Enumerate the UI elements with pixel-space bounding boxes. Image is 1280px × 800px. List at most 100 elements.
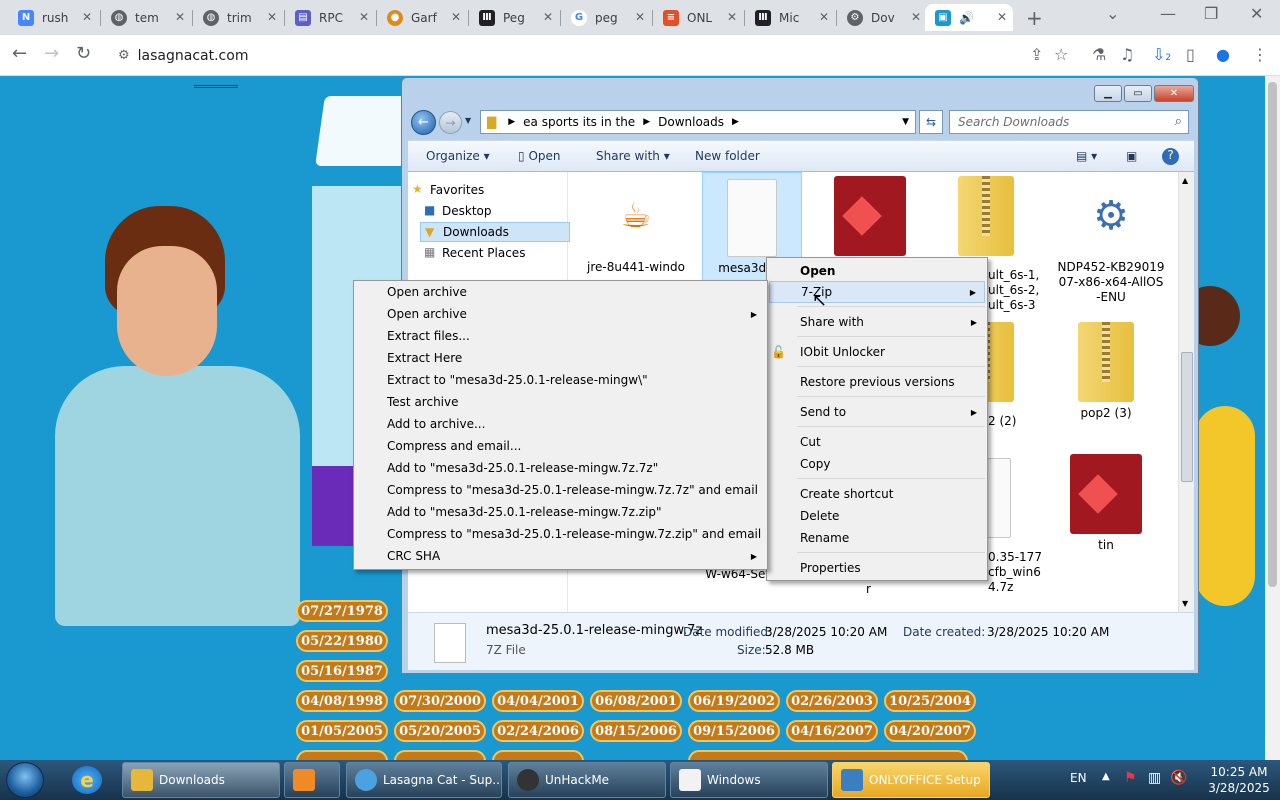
- explorer-titlebar[interactable]: ▁ ▭ ✕: [402, 78, 1198, 108]
- nav-item-recent-places[interactable]: ▦ Recent Places: [420, 243, 570, 263]
- close-window-icon[interactable]: ✕: [1154, 85, 1194, 102]
- address-bar[interactable]: ⚙ lasagnacat.com: [112, 41, 1122, 70]
- explorer-scrollbar-thumb[interactable]: [1181, 352, 1193, 482]
- maximize-icon[interactable]: ▭: [1124, 85, 1152, 102]
- 7zip-add-to-7z[interactable]: Add to "mesa3d-25.0.1-release-mingw.7z.7…: [354, 457, 767, 479]
- organize-button[interactable]: Organize ▾: [426, 149, 490, 163]
- browser-tab-active[interactable]: ▣ 🔊 ✕: [925, 4, 1013, 31]
- close-tab-icon[interactable]: ✕: [267, 10, 277, 24]
- 7zip-extract-to[interactable]: Extract to "mesa3d-25.0.1-release-mingw\…: [354, 369, 767, 391]
- date-link[interactable]: 02/26/2003: [786, 690, 878, 712]
- 7zip-open-archive[interactable]: Open archive: [354, 281, 767, 303]
- taskbar-onlyoffice-setup[interactable]: ONLYOFFICE Setup: [832, 762, 990, 798]
- taskbar-unhackme[interactable]: UnHackMe: [508, 762, 666, 798]
- date-link[interactable]: 04/04/2001: [492, 690, 584, 712]
- date-link[interactable]: 05/16/1987: [296, 660, 388, 682]
- network-icon[interactable]: ▥: [1148, 770, 1161, 786]
- date-link[interactable]: 05/20/2005: [394, 720, 486, 742]
- date-link[interactable]: 05/22/1980: [296, 630, 388, 652]
- browser-tab[interactable]: ≡ ONL ✕: [653, 4, 743, 31]
- date-link[interactable]: 07/27/1978: [296, 600, 388, 622]
- profile-avatar-icon[interactable]: ●: [1216, 45, 1230, 64]
- taskbar-windows[interactable]: Windows: [670, 762, 828, 798]
- internet-explorer-icon[interactable]: e: [72, 766, 102, 794]
- refresh-icon[interactable]: ⇆: [919, 110, 943, 134]
- menu-item-send-to[interactable]: Send to ▶: [767, 401, 987, 423]
- date-link[interactable]: 02/24/2006: [492, 720, 584, 742]
- close-tab-icon[interactable]: ✕: [997, 10, 1007, 24]
- help-icon[interactable]: ?: [1162, 148, 1179, 165]
- start-button[interactable]: [6, 762, 44, 798]
- search-icon[interactable]: ⌕: [1175, 114, 1182, 129]
- browser-tab[interactable]: ▤ RPC ✕: [285, 4, 375, 31]
- volume-muted-icon[interactable]: 🔇: [1170, 770, 1187, 786]
- minimize-icon[interactable]: ▁: [1094, 85, 1122, 102]
- close-tab-icon[interactable]: ✕: [451, 10, 461, 24]
- restore-icon[interactable]: ❐: [1204, 4, 1218, 23]
- close-tab-icon[interactable]: ✕: [82, 10, 92, 24]
- browser-tab[interactable]: Ⅲ Peg ✕: [469, 4, 559, 31]
- menu-item-create-shortcut[interactable]: Create shortcut: [767, 483, 987, 505]
- page-scrollbar-thumb[interactable]: [1268, 82, 1277, 587]
- 7zip-add-to-zip[interactable]: Add to "mesa3d-25.0.1-release-mingw.7z.z…: [354, 501, 767, 523]
- minimize-icon[interactable]: —: [1160, 4, 1176, 23]
- view-options-icon[interactable]: ▤ ▾: [1076, 149, 1097, 163]
- date-link[interactable]: [394, 750, 486, 760]
- scroll-down-icon[interactable]: ▼: [1182, 599, 1188, 608]
- close-tab-icon[interactable]: ✕: [819, 10, 829, 24]
- clock[interactable]: 10:25 AM 3/28/2025: [1204, 764, 1274, 796]
- nav-favorites[interactable]: ★ Favorites: [408, 180, 558, 200]
- new-folder-button[interactable]: New folder: [695, 149, 760, 163]
- date-link[interactable]: 08/15/2006: [590, 720, 682, 742]
- file-item[interactable]: ☕ jre-8u441-windo: [586, 176, 686, 275]
- 7zip-crc-sha[interactable]: CRC SHA ▶: [354, 545, 767, 567]
- 7zip-compress-email[interactable]: Compress and email...: [354, 435, 767, 457]
- history-dropdown-icon[interactable]: ▼: [465, 116, 471, 125]
- browser-tab[interactable]: ● Garf ✕: [377, 4, 467, 31]
- forward-icon[interactable]: →: [44, 43, 59, 64]
- date-link[interactable]: 06/19/2002: [688, 690, 780, 712]
- action-center-icon[interactable]: ⚑: [1124, 770, 1137, 786]
- close-tab-icon[interactable]: ✕: [911, 10, 921, 24]
- breadcrumb-item[interactable]: Downloads: [658, 115, 724, 129]
- nav-item-desktop[interactable]: ■ Desktop: [420, 201, 570, 221]
- file-item[interactable]: tin: [1056, 454, 1156, 553]
- share-icon[interactable]: ⇪: [1030, 45, 1043, 64]
- date-link[interactable]: [688, 750, 968, 760]
- 7zip-extract-files[interactable]: Extract files...: [354, 325, 767, 347]
- 7zip-test-archive[interactable]: Test archive: [354, 391, 767, 413]
- bookmark-star-icon[interactable]: ☆: [1054, 45, 1068, 64]
- explorer-back-icon[interactable]: ←: [411, 110, 436, 135]
- language-indicator[interactable]: EN: [1070, 771, 1087, 785]
- new-tab-button[interactable]: +: [1026, 6, 1043, 30]
- date-link[interactable]: 04/20/2007: [884, 720, 976, 742]
- taskbar-media-player[interactable]: [284, 762, 340, 798]
- close-window-icon[interactable]: ✕: [1250, 4, 1263, 23]
- breadcrumb-item[interactable]: ea sports its in the: [523, 115, 635, 129]
- date-link[interactable]: 01/05/2005: [296, 720, 388, 742]
- browser-tab[interactable]: Nrush ✕: [8, 4, 98, 31]
- explorer-scrollbar[interactable]: ▲ ▼: [1178, 172, 1194, 612]
- date-link[interactable]: 07/30/2000: [394, 690, 486, 712]
- media-queue-icon[interactable]: ♫: [1120, 45, 1134, 64]
- date-link[interactable]: 04/08/1998: [296, 690, 388, 712]
- nav-item-downloads[interactable]: ▼ Downloads: [420, 222, 570, 242]
- browser-tab[interactable]: Gpeg ✕: [561, 4, 651, 31]
- date-link[interactable]: 06/08/2001: [590, 690, 682, 712]
- site-info-icon[interactable]: ⚙: [118, 48, 130, 63]
- chevron-down-icon[interactable]: ▼: [902, 117, 909, 127]
- menu-item-7zip[interactable]: 7-Zip ▶: [769, 281, 985, 303]
- side-panel-icon[interactable]: ▯: [1186, 45, 1195, 64]
- browser-tab[interactable]: Ⅲ Mic ✕: [745, 4, 835, 31]
- downloads-icon[interactable]: ⇩2: [1152, 45, 1171, 64]
- browser-tab[interactable]: ◍ tem ✕: [101, 4, 191, 31]
- menu-item-properties[interactable]: Properties: [767, 557, 987, 579]
- file-item[interactable]: [820, 176, 920, 260]
- reload-icon[interactable]: ↻: [76, 43, 91, 64]
- date-link[interactable]: 10/25/2004: [884, 690, 976, 712]
- date-link[interactable]: 09/15/2006: [688, 720, 780, 742]
- browser-tab[interactable]: ◍ trim ✕: [193, 4, 283, 31]
- preview-pane-icon[interactable]: ▣: [1126, 149, 1137, 163]
- open-button[interactable]: ▯ Open: [518, 149, 561, 163]
- scroll-up-icon[interactable]: ▲: [1182, 176, 1188, 185]
